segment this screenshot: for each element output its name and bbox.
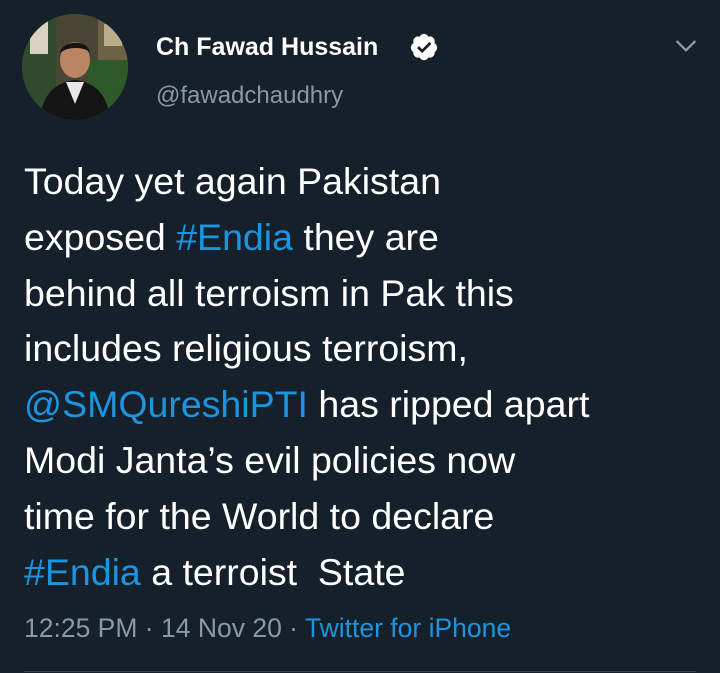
tweet-text-segment: time for the World to declare bbox=[24, 494, 495, 537]
tweet-text-segment: they are bbox=[292, 215, 439, 258]
tweet-source-link[interactable]: Twitter for iPhone bbox=[305, 613, 511, 643]
tweet-text-segment: includes religious terroism, bbox=[24, 327, 468, 370]
tweet-date[interactable]: 14 Nov 20 bbox=[161, 613, 282, 643]
tweet-card: Ch Fawad Hussain @fawadchaudhry Today ye… bbox=[0, 0, 720, 673]
divider bbox=[24, 671, 696, 672]
tweet-line: @SMQureshiPTI has ripped apart bbox=[24, 377, 714, 433]
tweet-text-segment: Today yet again Pakistan bbox=[24, 160, 441, 202]
verified-badge-icon bbox=[410, 33, 438, 61]
tweet-text-segment: a terroist State bbox=[140, 550, 406, 593]
tweet-line: time for the World to declare bbox=[24, 489, 714, 545]
tweet-time[interactable]: 12:25 PM bbox=[24, 613, 137, 643]
tweet-line: behind all terroism in Pak this bbox=[24, 266, 714, 322]
tweet-text-segment: has ripped apart bbox=[307, 383, 590, 426]
tweet-meta: 12:25 PM · 14 Nov 20 · Twitter for iPhon… bbox=[24, 610, 511, 646]
tweet-line: Modi Janta’s evil policies now bbox=[24, 433, 714, 489]
hashtag-link[interactable]: #Endia bbox=[176, 216, 293, 258]
tweet-line: Today yet again Pakistan bbox=[24, 154, 714, 210]
meta-separator: · bbox=[281, 613, 305, 643]
tweet-text-segment: exposed bbox=[24, 215, 177, 258]
tweet-text-segment: Modi Janta’s evil policies now bbox=[24, 438, 516, 481]
tweet-line: exposed #Endia they are bbox=[24, 210, 714, 266]
hashtag-link[interactable]: #Endia bbox=[24, 551, 141, 593]
tweet-text-segment: behind all terroism in Pak this bbox=[24, 271, 514, 314]
chevron-down-icon[interactable] bbox=[673, 33, 699, 59]
mention-link[interactable]: @SMQureshiPTI bbox=[24, 383, 308, 425]
tweet-text: Today yet again Pakistan exposed #Endia t… bbox=[24, 154, 714, 600]
author-name[interactable]: Ch Fawad Hussain bbox=[156, 30, 378, 64]
tweet-line: includes religious terroism, bbox=[24, 321, 714, 377]
author-handle[interactable]: @fawadchaudhry bbox=[156, 80, 343, 112]
meta-separator: · bbox=[137, 613, 161, 643]
avatar[interactable] bbox=[22, 14, 128, 120]
tweet-line: #Endia a terroist State bbox=[24, 545, 714, 601]
